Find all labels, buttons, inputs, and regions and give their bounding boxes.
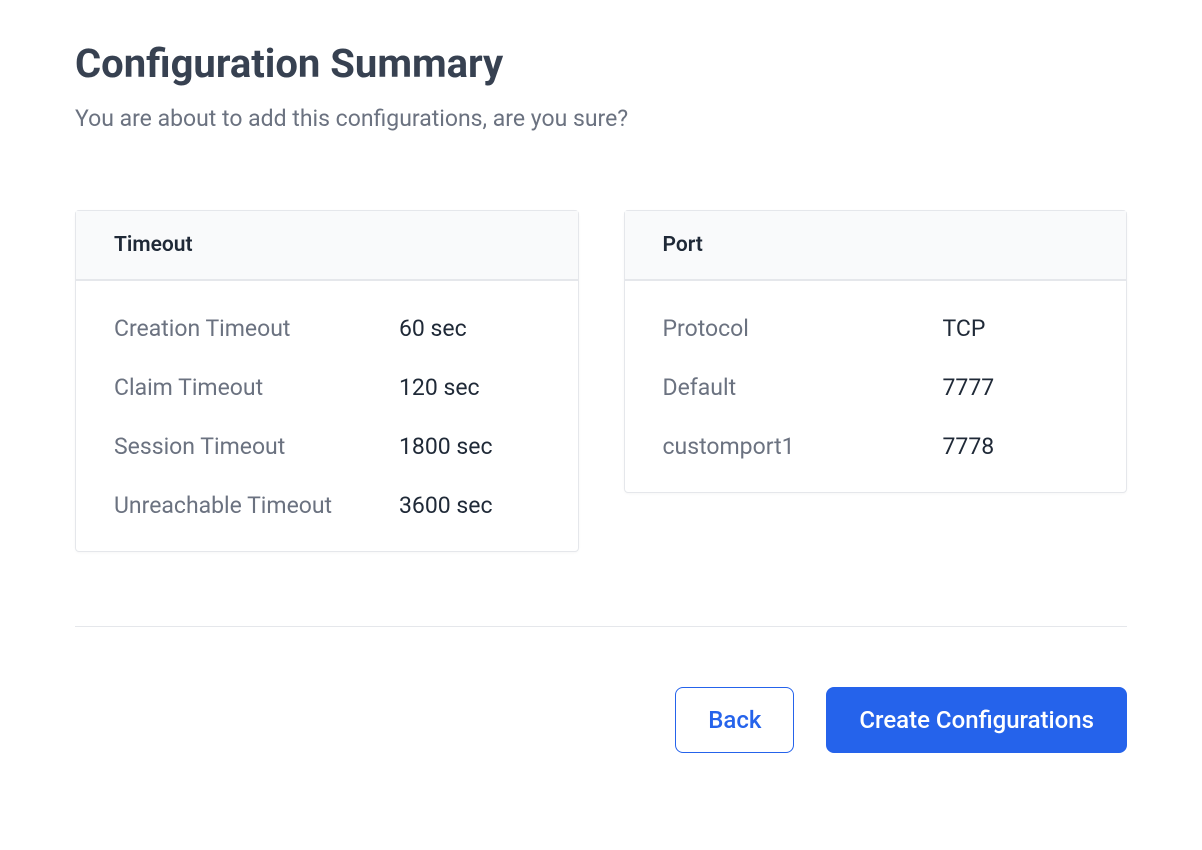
create-configurations-button[interactable]: Create Configurations [826, 687, 1127, 753]
row-label: Default [663, 374, 943, 401]
row-label: Claim Timeout [114, 374, 399, 401]
port-card-body: Protocol TCP Default 7777 customport1 77… [625, 281, 1127, 492]
timeout-card-header: Timeout [76, 211, 578, 281]
table-row: Default 7777 [663, 358, 1089, 417]
page-title: Configuration Summary [75, 40, 1127, 87]
row-value: 120 sec [399, 374, 480, 401]
footer-actions: Back Create Configurations [75, 626, 1127, 753]
table-row: Session Timeout 1800 sec [114, 417, 540, 476]
page-subtitle: You are about to add this configurations… [75, 105, 1127, 132]
table-row: Unreachable Timeout 3600 sec [114, 476, 540, 519]
summary-cards-row: Timeout Creation Timeout 60 sec Claim Ti… [75, 210, 1127, 552]
row-label: Protocol [663, 315, 943, 342]
table-row: Creation Timeout 60 sec [114, 315, 540, 358]
table-row: Protocol TCP [663, 315, 1089, 358]
row-value: 7778 [943, 433, 995, 460]
table-row: customport1 7778 [663, 417, 1089, 460]
row-label: Session Timeout [114, 433, 399, 460]
row-value: TCP [943, 315, 986, 342]
row-value: 3600 sec [399, 492, 493, 519]
timeout-card-body: Creation Timeout 60 sec Claim Timeout 12… [76, 281, 578, 551]
back-button[interactable]: Back [675, 687, 794, 753]
row-value: 1800 sec [399, 433, 493, 460]
row-value: 7777 [943, 374, 995, 401]
timeout-card: Timeout Creation Timeout 60 sec Claim Ti… [75, 210, 579, 552]
row-label: Unreachable Timeout [114, 492, 399, 519]
port-card: Port Protocol TCP Default 7777 custompor… [624, 210, 1128, 493]
row-label: Creation Timeout [114, 315, 399, 342]
port-card-header: Port [625, 211, 1127, 281]
table-row: Claim Timeout 120 sec [114, 358, 540, 417]
row-label: customport1 [663, 433, 943, 460]
row-value: 60 sec [399, 315, 467, 342]
